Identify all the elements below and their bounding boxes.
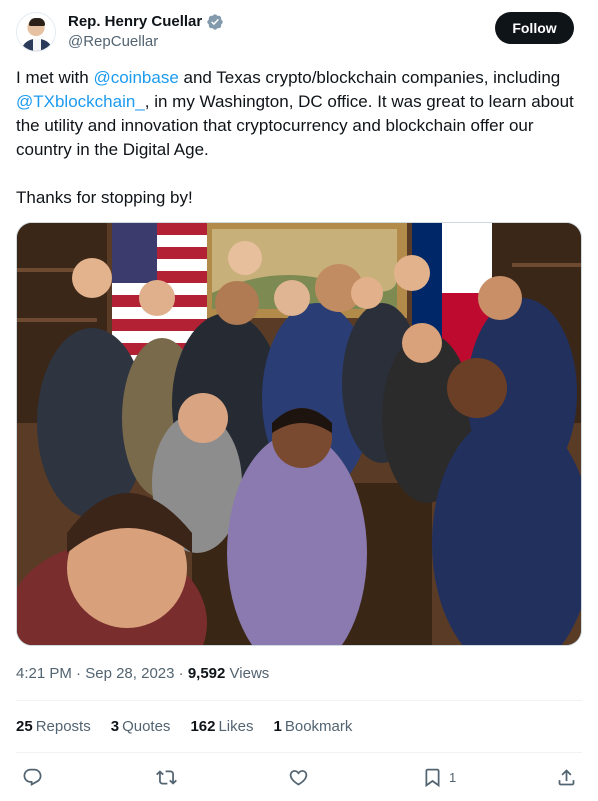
quotes-count: 3: [110, 718, 120, 735]
tweet-text: I met with @coinbase and Texas crypto/bl…: [16, 66, 588, 234]
reply-icon: [23, 768, 42, 786]
bookmark-button[interactable]: 1: [422, 764, 456, 790]
bookmarks-count: 1: [273, 718, 282, 735]
tweet-detail: Rep. Henry Cuellar @RepCuellar Follow I …: [0, 0, 598, 801]
likes-stat[interactable]: 162 Likes: [190, 717, 253, 737]
views-count: 9,592: [187, 665, 226, 682]
tweet-time[interactable]: 4:21 PM: [16, 665, 72, 682]
group-photo-image: [17, 223, 581, 645]
tweet-paragraph-1: I met with @coinbase and Texas crypto/bl…: [16, 66, 588, 162]
tweet-paragraph-2: Thanks for stopping by!: [16, 188, 193, 207]
tweet-actions: 1: [16, 764, 582, 790]
tweet-stats: 25 Reposts 3 Quotes 162 Likes 1 Bookmark: [16, 717, 372, 737]
reposts-stat[interactable]: 25 Reposts: [16, 717, 91, 737]
bookmarks-stat[interactable]: 1 Bookmark: [274, 717, 353, 737]
follow-button[interactable]: Follow: [495, 12, 574, 44]
author-display-name[interactable]: Rep. Henry Cuellar: [68, 12, 202, 32]
likes-count: 162: [190, 718, 216, 735]
mention-coinbase[interactable]: @coinbase: [93, 68, 178, 87]
reposts-count: 25: [16, 718, 33, 735]
reposts-label: Reposts: [35, 718, 91, 735]
quotes-label: Quotes: [122, 718, 171, 735]
tweet-date[interactable]: Sep 28, 2023: [85, 665, 174, 682]
tweet-text-part-1: I met with: [16, 68, 94, 87]
likes-label: Likes: [218, 718, 254, 735]
meta-separator-1: ·: [76, 665, 82, 682]
tweet-text-part-2: and Texas crypto/blockchain companies, i…: [178, 68, 561, 87]
tweet-photo[interactable]: [16, 222, 582, 646]
quotes-stat[interactable]: 3 Quotes: [111, 717, 171, 737]
share-button[interactable]: [556, 764, 577, 790]
divider-top: [16, 700, 582, 701]
like-button[interactable]: [288, 764, 309, 790]
author-names: Rep. Henry Cuellar @RepCuellar: [68, 12, 224, 52]
verified-badge-icon: [207, 14, 223, 30]
author-display-name-row[interactable]: Rep. Henry Cuellar: [68, 12, 224, 32]
author-handle[interactable]: @RepCuellar: [68, 32, 224, 52]
bookmark-icon: [425, 768, 440, 787]
like-icon: [289, 769, 308, 786]
tweet-header: Rep. Henry Cuellar @RepCuellar Follow: [16, 12, 582, 52]
repost-button[interactable]: [156, 764, 177, 790]
repost-icon: [156, 769, 177, 785]
meta-separator-2: ·: [178, 665, 184, 682]
author-avatar[interactable]: [16, 12, 56, 52]
share-icon: [558, 768, 575, 785]
tweet-meta: 4:21 PM · Sep 28, 2023 · 9,592 Views: [16, 664, 269, 684]
mention-txblockchain[interactable]: @TXblockchain_: [16, 92, 145, 111]
views-label: Views: [229, 665, 270, 682]
avatar-hair: [29, 18, 45, 26]
bookmark-count: 1: [449, 769, 457, 785]
reply-button[interactable]: [22, 764, 43, 790]
avatar-shirt: [33, 39, 41, 51]
divider-bottom: [16, 752, 582, 753]
bookmarks-label: Bookmark: [284, 718, 353, 735]
